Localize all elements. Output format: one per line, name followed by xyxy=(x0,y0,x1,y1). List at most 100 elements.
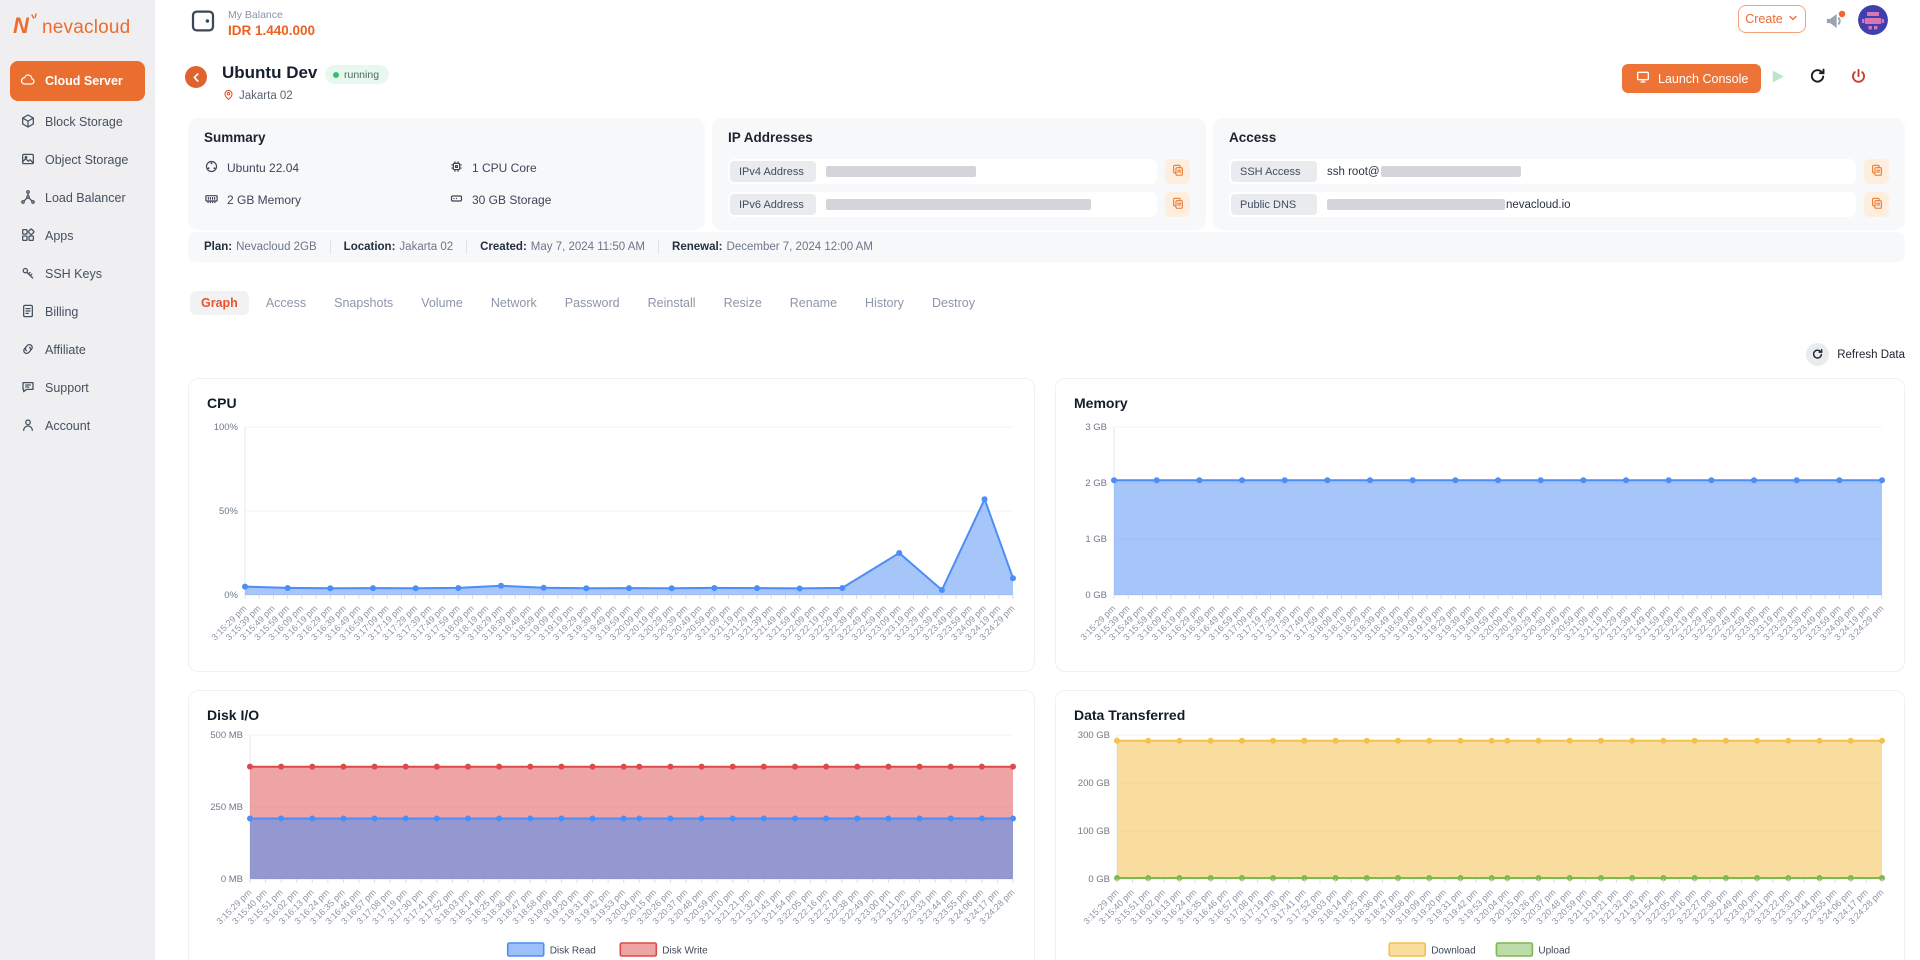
tab-history[interactable]: History xyxy=(854,291,915,315)
sidebar-item-account[interactable]: Account xyxy=(10,407,145,445)
meta-created: Created:May 7, 2024 11:50 AM xyxy=(480,241,645,253)
sidebar-item-apps[interactable]: Apps xyxy=(10,217,145,255)
console-icon xyxy=(1635,69,1651,88)
access-card: Access SSH Accessssh root@Public DNSneva… xyxy=(1213,118,1905,230)
server-tabs: GraphAccessSnapshotsVolumeNetworkPasswor… xyxy=(190,291,986,315)
copy-button[interactable] xyxy=(1165,192,1190,217)
apps-icon xyxy=(20,227,36,246)
sidebar: N nevacloud Cloud Server Block Storage Obj… xyxy=(0,0,155,960)
cloud-icon xyxy=(20,72,36,91)
svg-text:0 GB: 0 GB xyxy=(1088,874,1110,885)
copy-button[interactable] xyxy=(1864,192,1889,217)
summary-title: Summary xyxy=(204,130,689,145)
refresh-data-button[interactable]: Refresh Data xyxy=(1806,343,1905,366)
sidebar-item-label: Cloud Server xyxy=(45,74,123,88)
objstore-icon xyxy=(20,151,36,170)
ipv4-row: IPv4 Address xyxy=(728,159,1190,184)
svg-text:0%: 0% xyxy=(224,590,238,601)
sidebar-item-ssh-keys[interactable]: SSH Keys xyxy=(10,255,145,293)
tab-volume[interactable]: Volume xyxy=(410,291,474,315)
svg-text:Disk Read: Disk Read xyxy=(550,946,596,957)
memory-chart-card: Memory 3 GB2 GB1 GB0 GB3:15:29 pm3:15:39… xyxy=(1055,378,1905,672)
svg-text:1 GB: 1 GB xyxy=(1085,534,1107,545)
summary-item: Ubuntu 22.04 xyxy=(204,159,449,177)
start-server-icon[interactable] xyxy=(1768,67,1787,91)
field-label-chip: SSH Access xyxy=(1231,161,1317,182)
affiliate-icon xyxy=(20,341,36,360)
cpuchip-icon xyxy=(449,159,464,177)
page: N nevacloud Cloud Server Block Storage Obj… xyxy=(0,0,1920,960)
svg-text:50%: 50% xyxy=(219,506,239,517)
ssh-access-field: SSH Access ssh root@ xyxy=(1229,159,1856,184)
svg-text:N: N xyxy=(13,13,30,38)
ubuntu-icon xyxy=(204,159,219,177)
sidebar-nav: Cloud Server Block Storage Object Storage L… xyxy=(0,61,155,445)
avatar[interactable] xyxy=(1858,5,1888,35)
copy-button[interactable] xyxy=(1165,159,1190,184)
create-button-label: Create xyxy=(1745,12,1783,26)
redacted-value xyxy=(826,199,1091,210)
announcement-icon[interactable] xyxy=(1822,8,1848,39)
support-icon xyxy=(20,379,36,398)
tab-snapshots[interactable]: Snapshots xyxy=(323,291,404,315)
wallet-icon xyxy=(188,6,218,41)
sidebar-item-affiliate[interactable]: Affiliate xyxy=(10,331,145,369)
create-button[interactable]: Create xyxy=(1738,5,1806,33)
tab-resize[interactable]: Resize xyxy=(713,291,773,315)
back-button[interactable] xyxy=(185,66,207,88)
copy-icon xyxy=(1171,163,1185,180)
cube-icon xyxy=(20,113,36,132)
location-pin-icon xyxy=(222,88,235,104)
refresh-data-icon xyxy=(1806,343,1829,366)
summary-card: Summary Ubuntu 22.04 1 CPU Core 2 GB Memor… xyxy=(188,118,705,230)
disk-chart-plot: 500 MB250 MB0 MB3:15:29 pm3:15:40 pm3:15… xyxy=(203,731,1021,960)
tab-reinstall[interactable]: Reinstall xyxy=(637,291,707,315)
svg-text:300 GB: 300 GB xyxy=(1078,731,1110,741)
sidebar-item-billing[interactable]: Billing xyxy=(10,293,145,331)
redacted-value xyxy=(1327,199,1505,210)
sidebar-item-label: Object Storage xyxy=(45,153,128,167)
power-icon[interactable] xyxy=(1849,67,1868,91)
public-dns-field: Public DNSnevacloud.io xyxy=(1229,192,1856,217)
location-label: Jakarta 02 xyxy=(239,90,293,102)
tab-graph[interactable]: Graph xyxy=(190,291,249,315)
cpu-chart-title: CPU xyxy=(207,395,1020,411)
brand-name: nevacloud xyxy=(42,17,130,39)
tab-network[interactable]: Network xyxy=(480,291,548,315)
svg-text:Upload: Upload xyxy=(1538,946,1570,957)
tab-destroy[interactable]: Destroy xyxy=(921,291,986,315)
tab-access[interactable]: Access xyxy=(255,291,317,315)
disk-io-chart-card: Disk I/O 500 MB250 MB0 MB3:15:29 pm3:15:… xyxy=(188,690,1035,960)
summary-item: 2 GB Memory xyxy=(204,191,449,209)
sidebar-item-block-storage[interactable]: Block Storage xyxy=(10,103,145,141)
ipv6-row: IPv6 Address xyxy=(728,192,1190,217)
sidebar-item-label: Load Balancer xyxy=(45,191,126,205)
sidebar-item-support[interactable]: Support xyxy=(10,369,145,407)
copy-icon xyxy=(1870,163,1884,180)
copy-button[interactable] xyxy=(1864,159,1889,184)
sidebar-item-label: Billing xyxy=(45,305,78,319)
sidebar-item-object-storage[interactable]: Object Storage xyxy=(10,141,145,179)
data-transferred-chart-title: Data Transferred xyxy=(1074,707,1890,723)
nevacloud-logo[interactable]: N nevacloud xyxy=(0,0,155,43)
sidebar-item-label: Account xyxy=(45,419,90,433)
reboot-server-icon[interactable] xyxy=(1808,67,1827,91)
tab-rename[interactable]: Rename xyxy=(779,291,848,315)
svg-text:200 GB: 200 GB xyxy=(1078,778,1110,789)
svg-text:500 MB: 500 MB xyxy=(210,731,243,741)
status-label: running xyxy=(344,69,379,81)
svg-text:Download: Download xyxy=(1431,946,1475,957)
memory-chart-title: Memory xyxy=(1074,395,1890,411)
billing-icon xyxy=(20,303,36,322)
sidebar-item-load-balancer[interactable]: Load Balancer xyxy=(10,179,145,217)
tab-password[interactable]: Password xyxy=(554,291,631,315)
ram-icon xyxy=(204,191,219,209)
data-chart-plot: 300 GB200 GB100 GB0 GB3:15:29 pm3:15:40 … xyxy=(1070,731,1890,960)
summary-item-label: 1 CPU Core xyxy=(472,161,537,175)
server-name: Ubuntu Dev xyxy=(222,63,317,83)
launch-console-button[interactable]: Launch Console xyxy=(1622,64,1761,93)
cpu-chart-plot: 100%50%0%3:15:29 pm3:15:39 pm3:15:49 pm3… xyxy=(203,419,1021,663)
sidebar-item-cloud-server[interactable]: Cloud Server xyxy=(10,61,145,101)
sidebar-item-label: Apps xyxy=(45,229,74,243)
field-value: ssh root@ xyxy=(1327,166,1521,178)
